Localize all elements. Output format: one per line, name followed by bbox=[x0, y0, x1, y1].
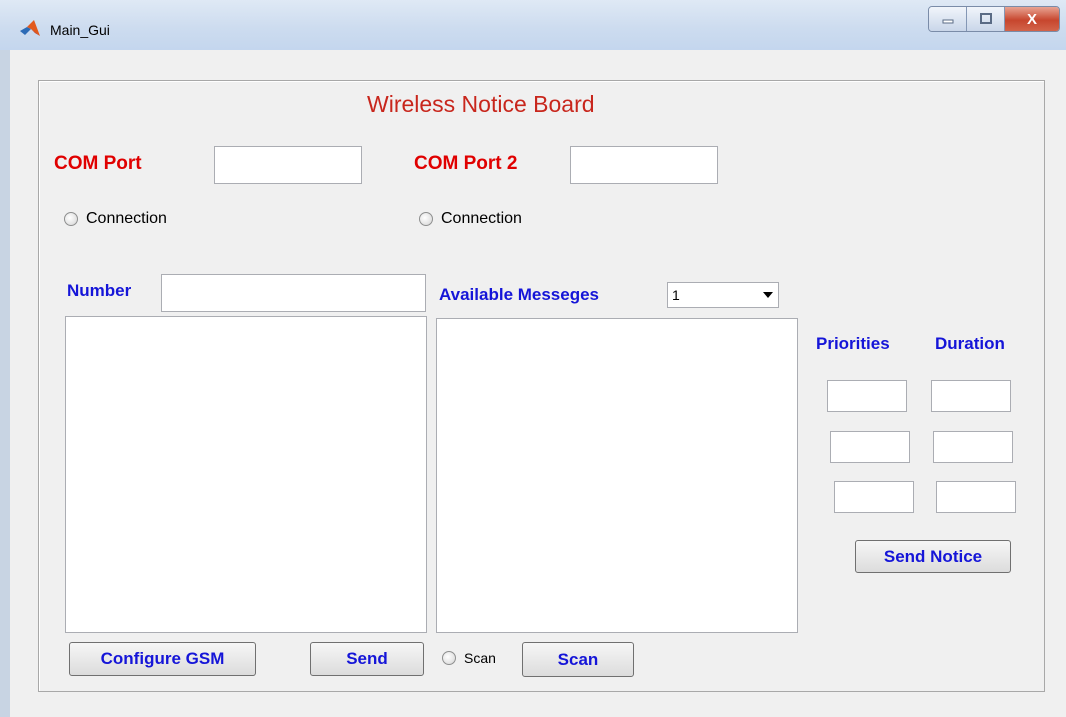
maximize-icon bbox=[979, 13, 992, 24]
connection-label-2: Connection bbox=[441, 210, 522, 227]
priority-input-1[interactable] bbox=[827, 380, 907, 412]
scan-button[interactable]: Scan bbox=[522, 642, 634, 677]
duration-input-3[interactable] bbox=[936, 481, 1016, 513]
minimize-button[interactable] bbox=[929, 7, 967, 31]
messages-dropdown-value: 1 bbox=[672, 287, 680, 303]
com-port2-input[interactable] bbox=[570, 146, 718, 184]
priority-input-3[interactable] bbox=[834, 481, 914, 513]
page-title: Wireless Notice Board bbox=[367, 91, 595, 117]
window-controls: X bbox=[928, 6, 1060, 32]
minimize-icon bbox=[942, 19, 953, 24]
duration-input-2[interactable] bbox=[933, 431, 1013, 463]
number-input[interactable] bbox=[161, 274, 426, 312]
radio-button-icon bbox=[64, 212, 78, 226]
connection-label-1: Connection bbox=[86, 210, 167, 227]
connection-radio-1[interactable]: Connection bbox=[64, 210, 167, 228]
window-left-border bbox=[0, 50, 10, 717]
priority-input-2[interactable] bbox=[830, 431, 910, 463]
number-list-textarea[interactable] bbox=[65, 316, 427, 633]
com-port-input[interactable] bbox=[214, 146, 362, 184]
main-window: Main_Gui X Wireless Notice Board COM Por… bbox=[0, 0, 1066, 717]
window-title: Main_Gui bbox=[50, 22, 110, 38]
send-button[interactable]: Send bbox=[310, 642, 424, 676]
com-port-label: COM Port bbox=[54, 153, 142, 174]
matlab-icon bbox=[19, 19, 41, 39]
scan-radio-label: Scan bbox=[464, 650, 496, 666]
title-bar[interactable]: Main_Gui X bbox=[0, 0, 1066, 50]
duration-input-1[interactable] bbox=[931, 380, 1011, 412]
send-notice-button[interactable]: Send Notice bbox=[855, 540, 1011, 573]
radio-button-icon bbox=[442, 651, 456, 665]
com-port2-label: COM Port 2 bbox=[414, 153, 518, 174]
configure-gsm-button[interactable]: Configure GSM bbox=[69, 642, 256, 676]
available-messages-label: Available Messeges bbox=[439, 285, 600, 304]
messages-dropdown[interactable]: 1 bbox=[667, 282, 779, 308]
scan-radio[interactable]: Scan bbox=[442, 650, 496, 666]
priorities-label: Priorities bbox=[816, 334, 890, 353]
close-button[interactable]: X bbox=[1005, 7, 1059, 31]
chevron-down-icon bbox=[758, 292, 778, 298]
radio-button-icon bbox=[419, 212, 433, 226]
connection-radio-2[interactable]: Connection bbox=[419, 210, 522, 228]
messages-listbox[interactable] bbox=[436, 318, 798, 633]
duration-label: Duration bbox=[935, 334, 1005, 353]
maximize-button[interactable] bbox=[967, 7, 1005, 31]
number-label: Number bbox=[67, 281, 132, 300]
close-icon: X bbox=[1026, 10, 1037, 28]
